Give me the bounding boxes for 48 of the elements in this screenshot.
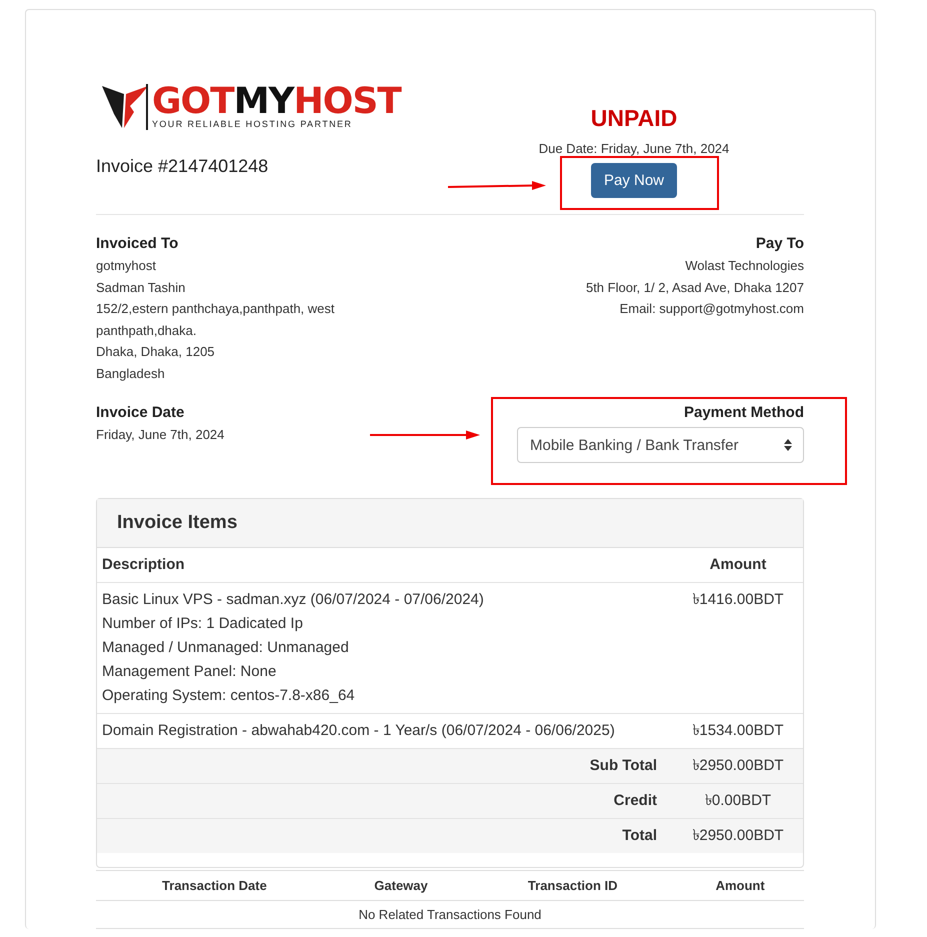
pay-now-button[interactable]: Pay Now <box>590 163 678 198</box>
item-amount: ৳1416.00BDT <box>692 591 784 608</box>
total-amount: ৳2950.00BDT <box>692 757 784 774</box>
address-line: 152/2,estern panthchaya,panthpath, west panthpath,dhaka. <box>96 300 336 340</box>
sort-caret-icon <box>784 439 792 451</box>
total-amount: ৳0.00BDT <box>704 792 772 809</box>
item-description: Basic Linux VPS - sadman.xyz (06/07/2024 - 07/06/2024) <box>102 590 485 610</box>
total-label: Credit <box>614 792 657 809</box>
address-line: Email: support@gotmyhost.com <box>620 300 804 318</box>
item-description: Domain Registration - abwahab420.com - 1 Year/s (06/07/2024 - 06/06/2025) <box>102 721 616 741</box>
item-description: Management Panel: None <box>102 662 278 682</box>
invoice-title: Invoice #2147401248 <box>96 156 270 177</box>
address-line: gotmyhost <box>96 257 157 275</box>
logo-icon <box>102 84 148 130</box>
item-description: Operating System: centos-7.8-x86_64 <box>102 686 356 706</box>
section-heading: Pay To <box>756 234 804 254</box>
section-heading: Payment Method <box>684 403 804 423</box>
column-header: Amount <box>673 548 803 582</box>
logo-text: MY <box>234 80 294 122</box>
total-label: Sub Total <box>590 757 657 774</box>
total-label: Total <box>622 827 657 844</box>
column-header: Amount <box>676 870 804 900</box>
empty-message: No Related Transactions Found <box>96 900 804 928</box>
arrow-icon <box>370 430 480 440</box>
address-line: Dhaka, Dhaka, 1205 <box>96 343 216 361</box>
address-line: Sadman Tashin <box>96 278 186 296</box>
item-amount: ৳1534.00BDT <box>692 722 784 739</box>
panel-title: Invoice Items <box>117 512 238 534</box>
address-line: Bangladesh <box>96 364 166 383</box>
total-amount: ৳2950.00BDT <box>692 827 784 844</box>
section-heading: Invoiced To <box>96 234 180 254</box>
payment-method-select[interactable]: Mobile Banking / Bank Transfer <box>517 427 804 463</box>
logo-text: GOT <box>152 80 234 122</box>
address-line: 5th Floor, 1/ 2, Asad Ave, Dhaka 1207 <box>586 278 804 296</box>
logo-text: HOST <box>294 80 401 122</box>
section-heading: Invoice Date <box>96 403 186 423</box>
item-description: Number of IPs: 1 Dadicated Ip <box>102 614 304 634</box>
column-header: Description <box>97 548 673 582</box>
column-header: Transaction Date <box>96 870 333 900</box>
due-date: Due Date: Friday, June 7th, 2024 <box>538 141 730 156</box>
status-label: UNPAID <box>590 105 678 131</box>
arrow-icon <box>448 181 546 191</box>
item-description: Managed / Unmanaged: Unmanaged <box>102 638 350 658</box>
column-header: Transaction ID <box>469 870 676 900</box>
invoice-date: Friday, June 7th, 2024 <box>96 426 224 444</box>
logo-tagline: YOUR RELIABLE HOSTING PARTNER <box>152 118 354 130</box>
column-header: Gateway <box>332 870 470 900</box>
address-line: Wolast Technologies <box>685 257 804 275</box>
